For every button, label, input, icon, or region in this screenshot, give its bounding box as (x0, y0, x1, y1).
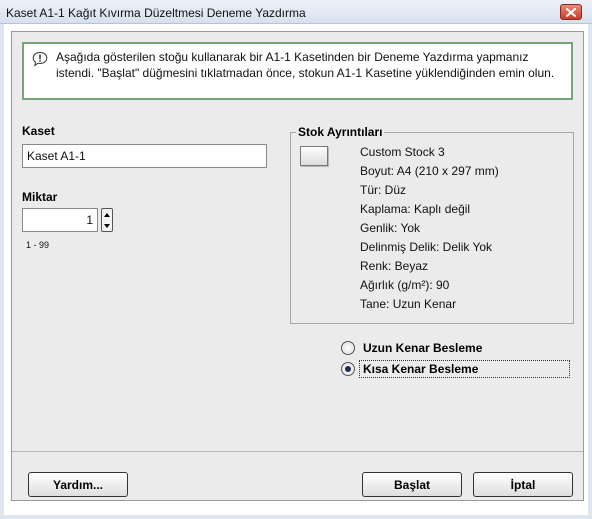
stock-coating: Kaplama: Kaplı değil (360, 202, 471, 216)
quantity-stepper[interactable] (101, 208, 113, 232)
radio-selected-dot (345, 366, 351, 372)
stepper-down-button[interactable] (102, 220, 112, 231)
stock-type: Tür: Düz (360, 183, 407, 197)
stock-color: Renk: Beyaz (360, 259, 429, 273)
stock-details-group: Stok Ayrıntıları Custom Stock 3 Boyut: A… (290, 125, 574, 324)
info-message-box: Aşağıda gösterilen stoğu kullanarak bir … (22, 42, 573, 100)
arrow-up-icon (104, 212, 110, 217)
short-edge-feed-radio[interactable] (341, 362, 355, 376)
window-frame-left (0, 24, 4, 519)
close-button[interactable] (560, 4, 582, 20)
window-frame-right (588, 24, 592, 519)
info-message-text: Aşağıda gösterilen stoğu kullanarak bir … (56, 50, 555, 80)
quantity-range: 1 - 99 (26, 240, 50, 250)
quantity-label: Miktar (22, 190, 58, 204)
cancel-button[interactable]: İptal (473, 472, 573, 497)
short-edge-feed-label[interactable]: Kısa Kenar Besleme (363, 362, 478, 376)
title-bar[interactable]: Kaset A1-1 Kağıt Kıvırma Düzeltmesi Dene… (0, 0, 592, 24)
long-edge-feed-label[interactable]: Uzun Kenar Besleme (363, 341, 482, 355)
stock-modulus: Genlik: Yok (360, 221, 421, 235)
stock-weight: Ağırlık (g/m²): 90 (360, 278, 450, 292)
paper-stock-icon (300, 146, 328, 166)
stock-name: Custom Stock 3 (360, 145, 445, 159)
dialog-content: Aşağıda gösterilen stoğu kullanarak bir … (11, 31, 584, 501)
quantity-input[interactable]: 1 (22, 208, 98, 232)
arrow-down-icon (104, 223, 110, 228)
tray-field[interactable]: Kaset A1-1 (22, 144, 267, 168)
window-frame-bottom (0, 515, 592, 519)
tray-label: Kaset (22, 124, 55, 138)
window-title: Kaset A1-1 Kağıt Kıvırma Düzeltmesi Dene… (6, 6, 306, 20)
stock-details-legend: Stok Ayrıntıları (296, 125, 385, 139)
dialog-window: Kaset A1-1 Kağıt Kıvırma Düzeltmesi Dene… (0, 0, 592, 519)
long-edge-feed-radio[interactable] (341, 341, 355, 355)
stock-size: Boyut: A4 (210 x 297 mm) (360, 164, 499, 178)
help-button[interactable]: Yardım... (28, 472, 128, 497)
stepper-up-button[interactable] (102, 209, 112, 220)
close-icon (566, 7, 576, 17)
button-separator (12, 451, 583, 452)
start-button[interactable]: Başlat (362, 472, 462, 497)
stock-punched-holes: Delinmiş Delik: Delik Yok (360, 240, 493, 254)
stock-grain: Tane: Uzun Kenar (360, 297, 457, 311)
speech-bubble-exclamation-icon (32, 51, 48, 67)
